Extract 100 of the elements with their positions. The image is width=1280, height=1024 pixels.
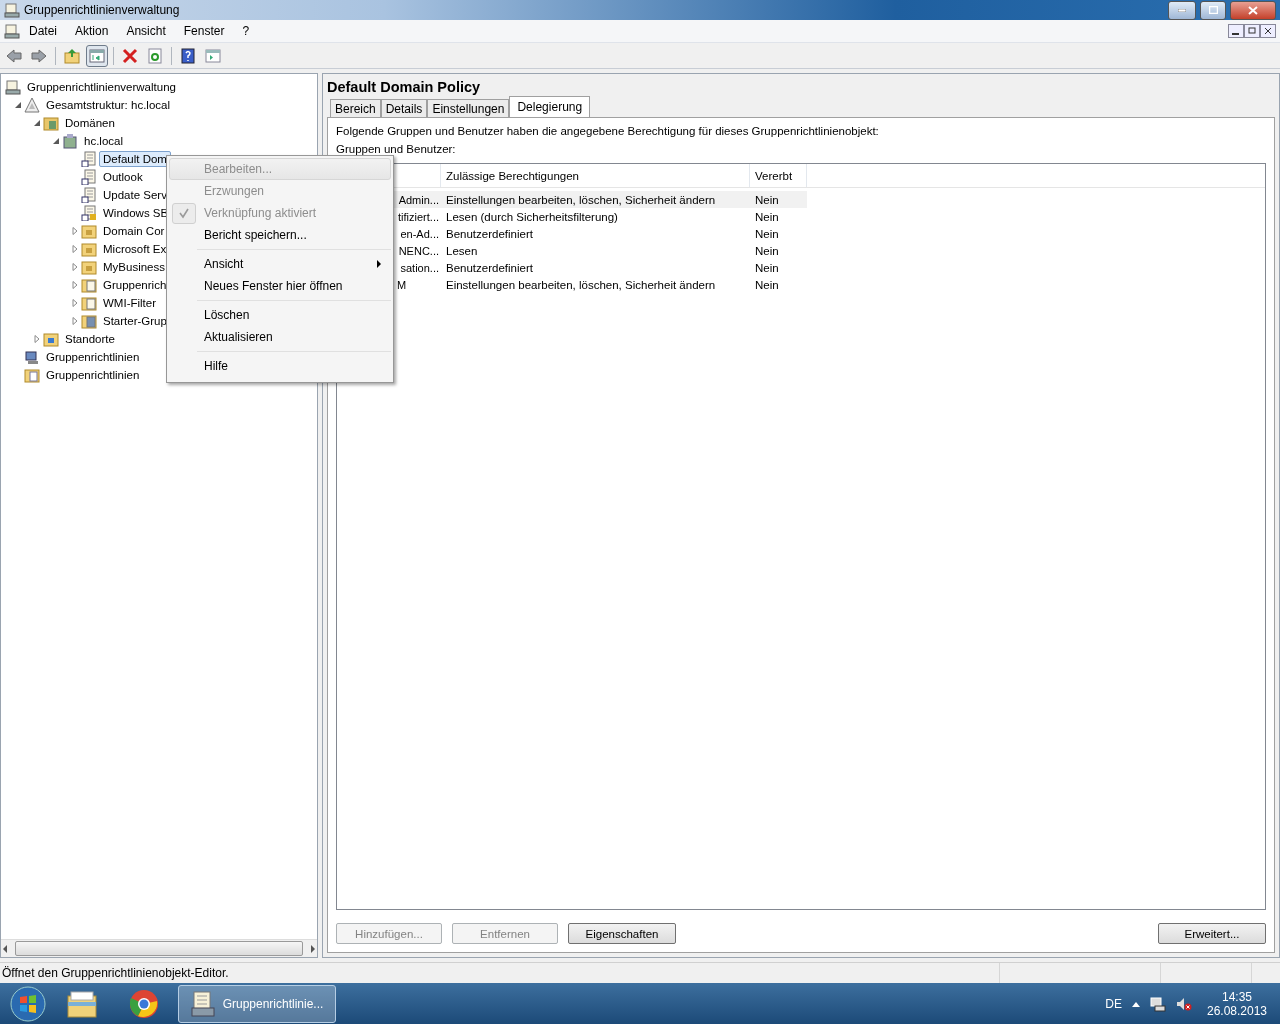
window-title: Gruppenrichtlinienverwaltung (24, 3, 181, 17)
folder-icon (81, 295, 97, 311)
console-icon (4, 2, 20, 18)
close-icon (1260, 24, 1276, 38)
building-icon (62, 133, 78, 149)
folder-icon (81, 277, 97, 293)
document-icon (81, 187, 97, 203)
tree-item[interactable]: Outlook (99, 169, 147, 185)
menu-item[interactable]: Aktion (66, 24, 118, 38)
table-cell-text: Nein (754, 243, 780, 259)
menu-item[interactable]: Datei (20, 24, 66, 38)
folder-icon (43, 115, 59, 131)
tree-item[interactable]: Microsoft Ex (99, 241, 171, 257)
network-icon (1150, 995, 1166, 1012)
table-cell-text: Benutzerdefiniert (445, 226, 534, 242)
context-menu-item[interactable]: Hilfe (169, 355, 391, 377)
folder-icon (81, 313, 97, 329)
table-cell: NENC... (398, 244, 439, 257)
folder-icon (81, 259, 97, 275)
advanced-button[interactable]: Erweitert... (1158, 923, 1266, 944)
table-cell-text: Lesen (445, 243, 479, 259)
close-icon (122, 47, 138, 64)
tree-item[interactable]: Gruppenrich (99, 277, 171, 293)
menu-item[interactable]: Ansicht (117, 24, 175, 38)
clock[interactable]: 14:35 26.08.2013 (1202, 989, 1272, 1018)
document-icon (81, 169, 97, 185)
tree-item[interactable]: Gesamtstruktur: hc.local (42, 97, 174, 113)
table-cell: sation... (400, 261, 439, 274)
browser-icon (129, 988, 159, 1019)
column-header[interactable]: Vererbt (750, 164, 807, 187)
policy-title: Default Domain Policy (327, 78, 482, 97)
console-icon (5, 79, 21, 95)
context-menu-item[interactable]: Bericht speichern... (169, 224, 391, 246)
table-cell-text: Einstellungen bearbeiten, löschen, Sicherheit ändern (445, 192, 717, 208)
menu-item[interactable]: ? (233, 24, 259, 38)
close-button[interactable] (1230, 0, 1276, 20)
folder-icon (43, 331, 59, 347)
table-cell: M (397, 278, 407, 291)
scrollbar-thumb[interactable] (15, 941, 303, 956)
console-icon (190, 990, 215, 1017)
column-header[interactable]: Zulässige Berechtigungen (441, 164, 750, 187)
computer-icon (24, 349, 40, 365)
restore-icon (1208, 6, 1218, 14)
document-icon (81, 151, 97, 167)
toolbar-button[interactable] (86, 44, 108, 67)
up-arrow-icon (1132, 1000, 1140, 1007)
table-cell-text: Einstellungen bearbeiten, löschen, Sicherheit ändern (445, 277, 717, 293)
close-icon (1248, 5, 1258, 15)
folder-up-icon (64, 47, 80, 64)
horizontal-scrollbar[interactable] (1, 939, 317, 957)
tab[interactable]: Details (380, 99, 428, 117)
minimize-button[interactable] (1168, 0, 1196, 20)
language-indicator[interactable]: DE (1105, 996, 1122, 1011)
triangle-icon (24, 97, 40, 113)
maximize-button[interactable] (1200, 0, 1226, 20)
tab[interactable]: Einstellungen (427, 99, 510, 117)
submenu-arrow-icon (376, 260, 382, 268)
folder-icon (81, 223, 97, 239)
tree-item[interactable]: Standorte (61, 331, 119, 347)
table-cell-text: Nein (754, 192, 780, 208)
context-menu-item[interactable]: Aktualisieren (169, 326, 391, 348)
tree-item[interactable]: hc.local (80, 133, 127, 149)
folder-icon (81, 241, 97, 257)
table-cell-text: Nein (754, 226, 780, 242)
tree-item[interactable]: MyBusiness (99, 259, 169, 275)
checkmark-icon (178, 207, 190, 219)
table-cell-text: Nein (754, 209, 780, 225)
minimize-icon (1178, 8, 1186, 12)
console-icon (4, 23, 20, 39)
tree-item[interactable]: Gruppenrichtlinienverwaltung (23, 79, 180, 95)
refresh-icon (147, 47, 163, 64)
tree-item[interactable]: Domänen (61, 115, 119, 131)
dialog-button[interactable]: Eigenschaften (568, 923, 676, 944)
minimize-icon (1228, 24, 1244, 38)
tree-item[interactable]: Gruppenrichtlinien (42, 367, 144, 383)
status-text: Öffnet den Gruppenrichtlinienobjekt-Editor. (2, 966, 230, 980)
tree-item[interactable]: WMI-Filter (99, 295, 160, 311)
tree-item[interactable]: Domain Cor (99, 223, 169, 239)
tree-item[interactable]: Default Dom (99, 151, 171, 167)
pane-icon (89, 47, 105, 64)
tree-item[interactable]: Gruppenrichtlinien (42, 349, 144, 365)
folder-icon (24, 367, 40, 383)
list-label: Gruppen und Benutzer: (336, 142, 457, 157)
table-cell-text: Nein (754, 277, 780, 293)
context-menu-item[interactable]: Löschen (169, 304, 391, 326)
table-cell-text: Nein (754, 260, 780, 276)
table-cell-text: Benutzerdefiniert (445, 260, 534, 276)
back-arrow-icon (6, 47, 22, 64)
context-menu-item[interactable]: Neues Fenster hier öffnen (169, 275, 391, 297)
tab[interactable]: Bereich (330, 99, 381, 117)
help-icon (180, 47, 196, 64)
table-cell-text: Lesen (durch Sicherheitsfilterung) (445, 209, 619, 225)
tab[interactable]: Delegierung (509, 96, 591, 117)
taskbar-button[interactable]: Gruppenrichtlinie... (178, 984, 336, 1023)
right-arrow-icon (309, 944, 317, 953)
folder-icon (67, 989, 97, 1018)
context-menu-item[interactable]: Ansicht (169, 253, 391, 275)
description-text: Folgende Gruppen und Benutzer haben die angegebene Berechtigung für dieses Gruppenrichtlinienobjekt: (336, 124, 880, 139)
time-text: 14:35 (1222, 989, 1252, 1004)
menu-item[interactable]: Fenster (174, 24, 234, 38)
